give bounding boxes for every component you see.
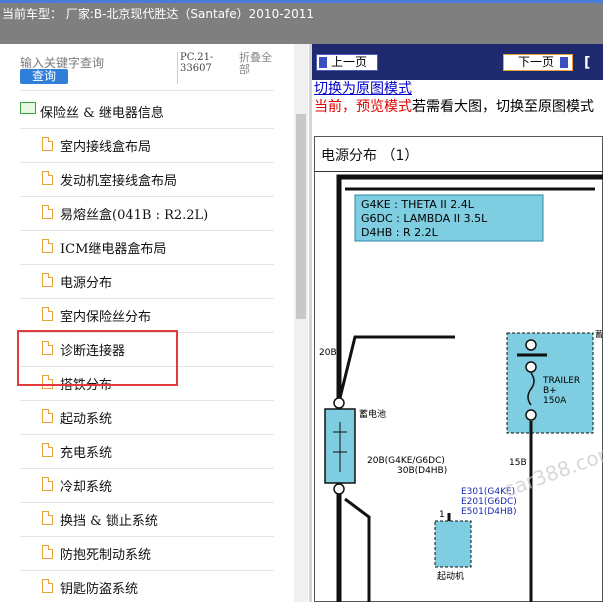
viewer: 上一页 下一页 [ 切换为原图模式 当前，预览模式若需看大图，切换至原图模式 电…	[312, 44, 603, 602]
side-label: 蓄电盒	[595, 329, 603, 339]
tree-item-power-distribution[interactable]: 电源分布	[20, 264, 274, 299]
title-bar: 当前车型： 厂家:B-北京现代胜达（Santafe）2010-2011	[0, 0, 603, 44]
document-icon	[42, 545, 53, 559]
fold-all-button[interactable]: 折叠全部	[239, 52, 279, 76]
engine-line-1: G4KE : THETA II 2.4L	[361, 198, 475, 211]
mode-hint: 若需看大图，切换至原图模式	[412, 99, 594, 115]
wire-20b-multi-label: 20B(G4KE/G6DC)	[367, 456, 445, 466]
tree-item[interactable]: 防抱死制动系统	[20, 536, 274, 571]
document-icon	[42, 171, 53, 185]
starter-box	[434, 520, 472, 568]
engine-line-3: D4HB : R 2.2L	[361, 226, 439, 239]
sidebar-header: 输入关键字查询 查询 PC.21-33607 折叠全部	[0, 44, 312, 86]
highlight-box	[17, 330, 178, 386]
tree-item-label: 发动机室接线盒布局	[60, 174, 178, 189]
tree-item-label: 电源分布	[60, 276, 113, 291]
wiring-diagram[interactable]: 电源分布 （1） G4KE : THETA II 2.4L G6DC : LAM…	[314, 136, 603, 602]
tree-item-label: 充电系统	[60, 446, 113, 461]
tree-item[interactable]: 室内接线盒布局	[20, 128, 274, 163]
tree-item-label: 防抱死制动系统	[60, 548, 152, 563]
engine-line-2: G6DC : LAMBDA II 3.5L	[361, 212, 488, 225]
prev-page-label: 上一页	[331, 55, 368, 69]
wire-battery-bottom	[344, 497, 371, 602]
scrollbar-thumb[interactable]	[296, 114, 306, 319]
tree-item[interactable]: 易熔丝盒(041B : R2.2L)	[20, 196, 274, 231]
document-icon	[42, 307, 53, 321]
tree-cut-row	[20, 86, 274, 91]
fuse-terminal-top	[525, 339, 537, 351]
diagram-canvas: G4KE : THETA II 2.4L G6DC : LAMBDA II 3.…	[319, 174, 603, 602]
sidebar-scrollbar[interactable]	[294, 44, 308, 602]
arrow-left-icon	[319, 57, 327, 68]
tree-item-label: ICM继电器盒布局	[60, 242, 167, 257]
document-icon	[42, 239, 53, 253]
window-title: 当前车型： 厂家:B-北京现代胜达（Santafe）2010-2011	[2, 7, 315, 21]
switch-original-mode-link[interactable]: 切换为原图模式	[314, 78, 412, 98]
fuse-terminal-bottom	[525, 409, 537, 421]
tree-item-label: 室内接线盒布局	[60, 140, 152, 155]
trailer-label-3: 150A	[543, 396, 567, 406]
next-page-button[interactable]: 下一页	[503, 54, 573, 71]
starter-label: 起动机	[437, 570, 464, 582]
trailer-label-1: TRAILER	[542, 376, 580, 386]
battery-label: 蓄电池	[359, 408, 386, 420]
document-icon	[42, 137, 53, 151]
tree-item[interactable]: 换挡 & 锁止系统	[20, 502, 274, 537]
tree-item[interactable]: 起动系统	[20, 400, 274, 435]
battery-terminal-top	[333, 397, 345, 409]
tree-item-indoor-fuse[interactable]: 室内保险丝分布	[20, 298, 274, 333]
document-icon	[42, 511, 53, 525]
folder-open-icon	[20, 102, 36, 114]
mode-status: 当前，预览模式若需看大图，切换至原图模式	[314, 96, 594, 116]
title-accent	[0, 0, 603, 3]
trailer-label-2: B+	[543, 386, 557, 396]
document-icon	[42, 273, 53, 287]
wire-30b-label: 30B(D4HB)	[397, 466, 447, 476]
tree-item-label: 换挡 & 锁止系统	[60, 514, 158, 529]
prev-page-button[interactable]: 上一页	[316, 54, 378, 71]
pc-code: PC.21-33607	[177, 52, 228, 84]
arrow-right-icon	[560, 57, 568, 68]
tree-item-label: 钥匙防盗系统	[60, 582, 139, 597]
wire-20b-label: 20B	[319, 348, 337, 358]
next-page-label: 下一页	[518, 55, 555, 69]
tree-item-label: 起动系统	[60, 412, 113, 427]
code-e501: E501(D4HB)	[461, 507, 517, 517]
tree-item-label: 室内保险丝分布	[60, 310, 152, 325]
wire-1-label: 1	[439, 510, 445, 520]
wire-battery-top	[337, 335, 455, 403]
tree-item[interactable]: 发动机室接线盒布局	[20, 162, 274, 197]
nav-fragment: [	[584, 55, 591, 71]
battery-terminal-bottom	[333, 483, 345, 495]
document-icon	[42, 205, 53, 219]
fuse-terminal-mid	[525, 361, 537, 373]
tree-item-label: 易熔丝盒(041B : R2.2L)	[60, 208, 209, 223]
query-button[interactable]: 查询	[20, 69, 68, 84]
document-icon	[42, 477, 53, 491]
viewer-toolbar: 上一页 下一页 [	[312, 44, 603, 80]
document-icon	[42, 409, 53, 423]
tree-item[interactable]: ICM继电器盒布局	[20, 230, 274, 265]
tree-item[interactable]: 冷却系统	[20, 468, 274, 503]
wire-15b-label: 15B	[509, 458, 527, 468]
tree-item-label: 冷却系统	[60, 480, 113, 495]
tree-item[interactable]: 钥匙防盗系统	[20, 570, 274, 602]
sidebar: 输入关键字查询 查询 PC.21-33607 折叠全部 保险丝 & 继电器信息 …	[0, 44, 312, 602]
tree-folder-label: 保险丝 & 继电器信息	[40, 106, 164, 121]
mode-current: 当前，预览模式	[314, 99, 412, 115]
tree-folder-fuse-relay[interactable]: 保险丝 & 继电器信息	[20, 94, 274, 129]
tree-item[interactable]: 充电系统	[20, 434, 274, 469]
document-icon	[42, 579, 53, 593]
document-icon	[42, 443, 53, 457]
